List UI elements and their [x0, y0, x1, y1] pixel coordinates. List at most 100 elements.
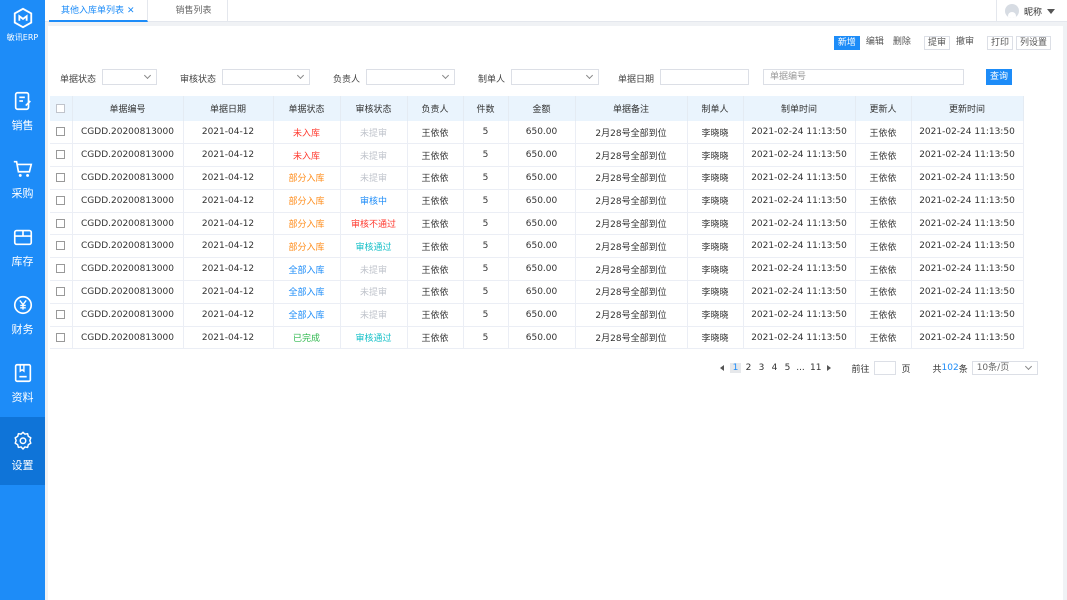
- user-name: 昵称: [1023, 7, 1042, 18]
- checkbox[interactable]: [56, 264, 66, 274]
- owner-cell: 王依依: [407, 234, 464, 259]
- page-number[interactable]: 2: [743, 363, 754, 373]
- sidebar-item-settings[interactable]: 设置: [0, 417, 45, 485]
- created-time-cell: 2021-02-24 11:13:50: [743, 234, 856, 259]
- checkbox[interactable]: [56, 150, 66, 160]
- table-row[interactable]: CGDD.20200813000 2021-04-12 已完成 审核通过 王依依 5 650…: [50, 326, 1024, 350]
- column-header: 单据编号: [72, 96, 184, 121]
- row-select-cell[interactable]: [50, 143, 73, 168]
- column-header: 更新人: [855, 96, 912, 121]
- print-button[interactable]: 打印: [986, 36, 1013, 50]
- app-logo[interactable]: 敏讯ERP: [0, 0, 45, 50]
- doc-no-input[interactable]: 单据编号: [763, 69, 964, 85]
- sidebar-item-finance[interactable]: 财务: [0, 281, 45, 349]
- remark-cell: 2月28号全部到位: [575, 280, 688, 304]
- doc-status-select[interactable]: [102, 69, 157, 85]
- column-settings-button[interactable]: 列设置: [1015, 36, 1051, 50]
- page-size-select[interactable]: 10条/页: [971, 361, 1038, 375]
- user-menu[interactable]: 昵称: [995, 0, 1055, 22]
- checkbox[interactable]: [56, 309, 66, 319]
- row-select-cell[interactable]: [50, 234, 73, 259]
- sidebar-item-data[interactable]: 资料: [0, 349, 45, 417]
- sidebar-item-purchase[interactable]: 采购: [0, 145, 45, 213]
- row-select-cell[interactable]: [50, 189, 73, 213]
- checkbox[interactable]: [56, 103, 66, 113]
- table-row[interactable]: CGDD.20200813000 2021-04-12 部分入库 审核中 王依依 5 650…: [50, 189, 1024, 213]
- updater-cell: 王依依: [855, 326, 912, 350]
- audit-status-select[interactable]: [222, 69, 310, 85]
- table-row[interactable]: CGDD.20200813000 2021-04-12 未入库 未提审 王依依 5 650.…: [50, 143, 1024, 168]
- table-row[interactable]: CGDD.20200813000 2021-04-12 部分入库 未提审 王依依 5 650…: [50, 166, 1024, 190]
- qty-cell: 5: [463, 121, 509, 145]
- creator-cell: 李晓晓: [687, 280, 744, 304]
- created-time-cell: 2021-02-24 11:13:50: [743, 257, 856, 282]
- doc-no-cell: CGDD.20200813000: [72, 166, 184, 190]
- withdraw-review-button[interactable]: 撤审: [952, 36, 977, 50]
- sidebar-item-inventory[interactable]: 库存: [0, 213, 45, 281]
- checkbox[interactable]: [56, 195, 66, 205]
- created-time-cell: 2021-02-24 11:13:50: [743, 326, 856, 350]
- close-icon[interactable]: ✕: [127, 6, 135, 16]
- table-row[interactable]: CGDD.20200813000 2021-04-12 未入库 未提审 王依依 5 650.…: [50, 121, 1024, 145]
- page-number[interactable]: 11: [810, 363, 821, 373]
- checkbox[interactable]: [56, 286, 66, 296]
- page-number[interactable]: 4: [769, 363, 780, 373]
- edit-button[interactable]: 编辑: [862, 36, 887, 50]
- tab-other-inbound-list[interactable]: 其他入库单列表 ✕: [49, 0, 148, 22]
- page-number[interactable]: 3: [756, 363, 767, 373]
- audit-status-cell: 未提审: [340, 166, 408, 190]
- page-number[interactable]: 1: [730, 363, 741, 373]
- table-row[interactable]: CGDD.20200813000 2021-04-12 部分入库 审核通过 王依依 5 65…: [50, 234, 1024, 259]
- doc-date-cell: 2021-04-12: [183, 234, 274, 259]
- checkbox[interactable]: [56, 218, 66, 228]
- remark-cell: 2月28号全部到位: [575, 212, 688, 236]
- created-time-cell: 2021-02-24 11:13:50: [743, 280, 856, 304]
- row-select-cell[interactable]: [50, 212, 73, 236]
- checkbox[interactable]: [56, 172, 66, 182]
- chevron-down-icon: [1024, 362, 1032, 371]
- tab-sales-list[interactable]: 销售列表: [160, 0, 228, 22]
- table-row[interactable]: CGDD.20200813000 2021-04-12 部分入库 审核不通过 王依依 5 6…: [50, 212, 1024, 236]
- doc-no-cell: CGDD.20200813000: [72, 303, 184, 327]
- owner-label: 负责人: [333, 75, 361, 85]
- audit-status-cell: 未提审: [340, 303, 408, 327]
- doc-status-cell: 部分入库: [273, 234, 341, 259]
- table-row[interactable]: CGDD.20200813000 2021-04-12 全部入库 未提审 王依依 5 650…: [50, 257, 1024, 282]
- next-page-icon[interactable]: [827, 365, 832, 371]
- sidebar-item-sales[interactable]: 销售: [0, 77, 45, 145]
- checkbox[interactable]: [56, 332, 66, 342]
- delete-button[interactable]: 删除: [889, 36, 914, 50]
- page-ellipsis[interactable]: ...: [795, 363, 806, 373]
- doc-no-cell: CGDD.20200813000: [72, 189, 184, 213]
- page-number[interactable]: 5: [782, 363, 793, 373]
- search-button[interactable]: 查询: [986, 69, 1012, 85]
- add-button[interactable]: 新增: [833, 36, 860, 50]
- row-select-cell[interactable]: [50, 326, 73, 350]
- row-select-cell[interactable]: [50, 257, 73, 282]
- prev-page-icon[interactable]: [720, 365, 724, 371]
- updated-time-cell: 2021-02-24 11:13:50: [911, 189, 1024, 213]
- owner-select[interactable]: [366, 69, 455, 85]
- document-folder-icon: [14, 363, 31, 382]
- table-row[interactable]: CGDD.20200813000 2021-04-12 全部入库 未提审 王依依 5 650…: [50, 303, 1024, 327]
- submit-review-button[interactable]: 提审: [923, 36, 950, 50]
- updater-cell: 王依依: [855, 303, 912, 327]
- doc-date-input[interactable]: [660, 69, 749, 85]
- checkbox[interactable]: [56, 127, 66, 137]
- owner-cell: 王依依: [407, 212, 464, 236]
- doc-status-cell: 部分入库: [273, 189, 341, 213]
- table-row[interactable]: CGDD.20200813000 2021-04-12 全部入库 未提审 王依依 5 650…: [50, 280, 1024, 304]
- creator-cell: 李晓晓: [687, 326, 744, 350]
- row-select-cell[interactable]: [50, 121, 73, 145]
- row-select-cell[interactable]: [50, 166, 73, 190]
- qty-cell: 5: [463, 212, 509, 236]
- updated-time-cell: 2021-02-24 11:13:50: [911, 234, 1024, 259]
- page-size-value: 10条/页: [976, 363, 1010, 373]
- sidebar-item-label: 采购: [11, 186, 34, 200]
- creator-select[interactable]: [511, 69, 599, 85]
- goto-page-input[interactable]: [874, 361, 897, 375]
- checkbox[interactable]: [56, 241, 66, 251]
- row-select-cell[interactable]: [50, 280, 73, 304]
- select-all-checkbox[interactable]: [50, 96, 73, 121]
- row-select-cell[interactable]: [50, 303, 73, 327]
